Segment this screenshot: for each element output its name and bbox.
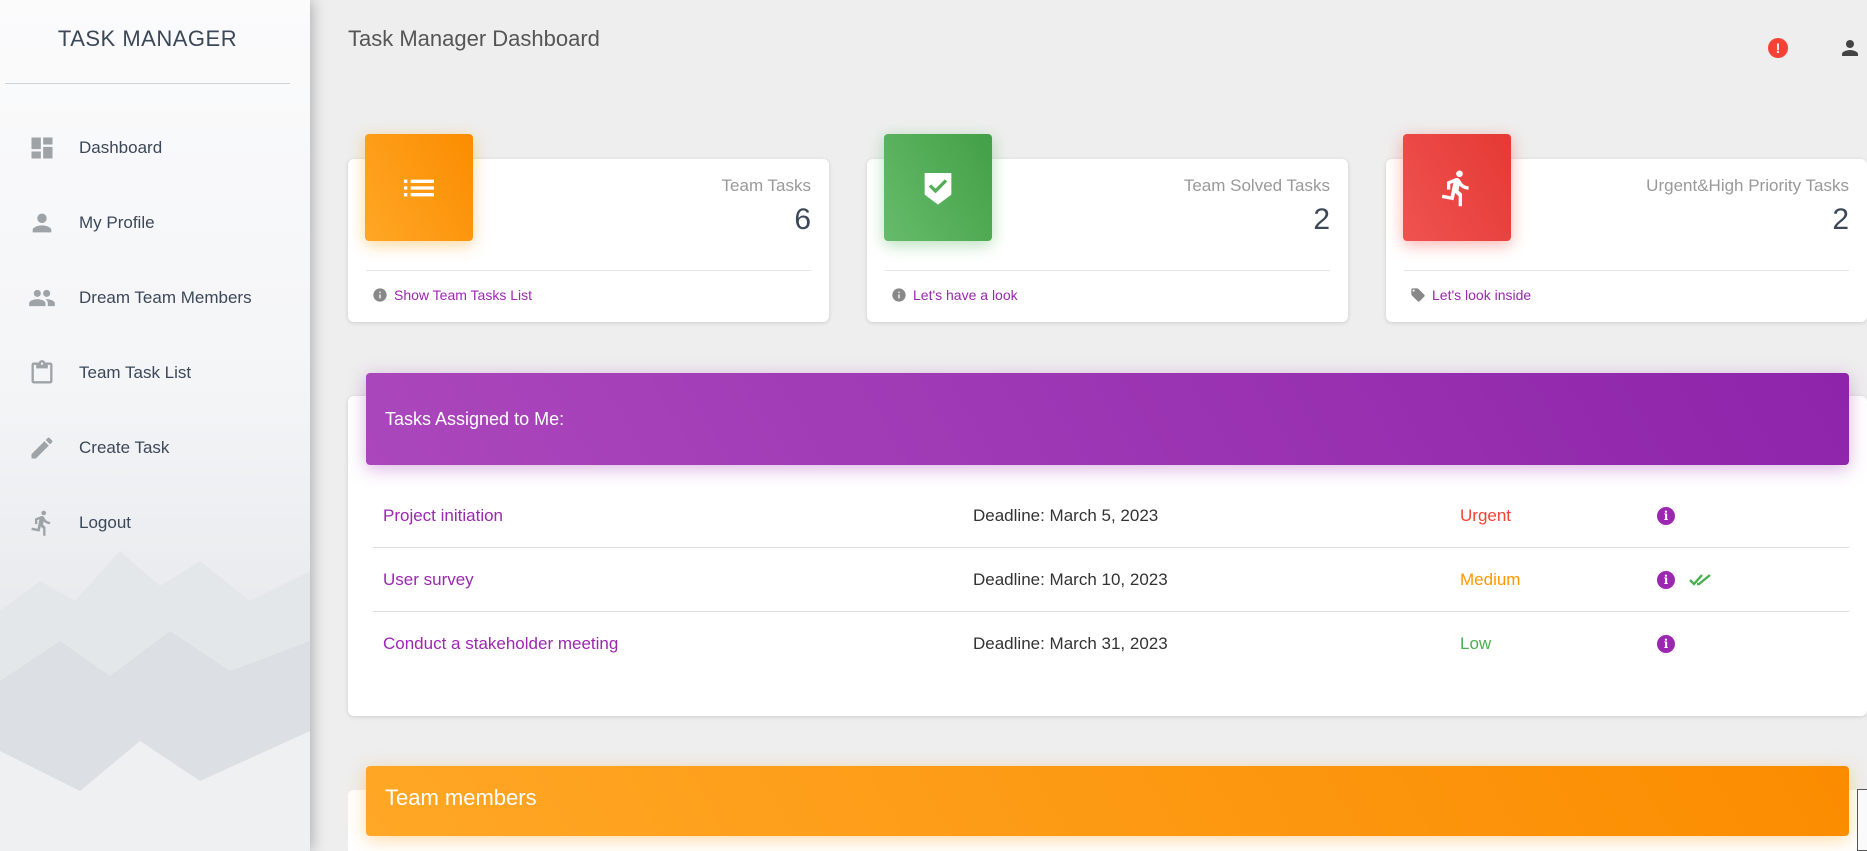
- info-icon: [891, 287, 907, 303]
- stat-card-category: Team Solved Tasks: [1183, 176, 1330, 195]
- stat-card-divider: [885, 270, 1330, 271]
- task-deadline: Deadline: March 31, 2023: [973, 634, 1168, 653]
- show-team-tasks-link[interactable]: Show Team Tasks List: [372, 287, 532, 303]
- sidebar-item-logout[interactable]: Logout: [0, 485, 310, 560]
- stat-card-category: Urgent&High Priority Tasks: [1646, 176, 1849, 195]
- stat-card-value: 6: [794, 203, 811, 236]
- run-icon: [28, 509, 56, 537]
- person-icon: [28, 209, 56, 237]
- stat-card-divider: [366, 270, 811, 271]
- group-icon: [28, 284, 56, 312]
- stat-card-value: 2: [1832, 203, 1849, 236]
- stat-card-team-solved-tasks: Team Solved Tasks 2 Let's have a look: [867, 134, 1348, 322]
- lets-look-inside-link[interactable]: Let's look inside: [1410, 287, 1531, 303]
- pencil-icon: [28, 434, 56, 462]
- tasks-assigned-header: Tasks Assigned to Me:: [366, 373, 1849, 465]
- tag-icon: [1410, 287, 1426, 303]
- task-deadline: Deadline: March 10, 2023: [973, 569, 1168, 589]
- list-icon: [365, 134, 473, 241]
- task-row: Conduct a stakeholder meeting Deadline: …: [373, 612, 1849, 676]
- clipboard-icon: [28, 359, 56, 387]
- team-members-header: Team members: [366, 766, 1849, 836]
- sidebar-item-label: Team Task List: [79, 362, 192, 382]
- info-icon[interactable]: i: [1657, 635, 1675, 653]
- brand-title[interactable]: TASK MANAGER: [5, 0, 290, 84]
- sidebar-item-dream-team-members[interactable]: Dream Team Members: [0, 260, 310, 335]
- sidebar: TASK MANAGER Dashboard My Profile Dream …: [0, 0, 310, 851]
- task-priority: Urgent: [1460, 505, 1512, 525]
- sidebar-item-my-profile[interactable]: My Profile: [0, 185, 310, 260]
- sidebar-item-create-task[interactable]: Create Task: [0, 410, 310, 485]
- double-check-icon: [1689, 572, 1713, 588]
- floating-widget-tab[interactable]: [1857, 789, 1867, 851]
- task-priority: Medium: [1460, 569, 1521, 589]
- info-icon: [372, 287, 388, 303]
- stat-card-urgent-high-priority: Urgent&High Priority Tasks 2 Let's look …: [1386, 134, 1867, 322]
- sidebar-item-team-task-list[interactable]: Team Task List: [0, 335, 310, 410]
- stat-card-footer-label: Show Team Tasks List: [394, 287, 532, 303]
- sidebar-item-label: Create Task: [79, 437, 170, 457]
- stat-card-footer-label: Let's look inside: [1432, 287, 1532, 303]
- task-priority: Low: [1460, 634, 1492, 653]
- sidebar-item-label: Logout: [79, 512, 131, 532]
- dashboard-icon: [28, 134, 56, 162]
- stat-card-team-tasks: Team Tasks 6 Show Team Tasks List: [348, 134, 829, 322]
- sidebar-nav: Dashboard My Profile Dream Team Members …: [0, 110, 310, 560]
- sidebar-item-label: Dream Team Members: [79, 287, 252, 307]
- page-title: Task Manager Dashboard: [348, 26, 600, 51]
- stat-card-value: 2: [1313, 203, 1330, 236]
- task-row: Project initiation Deadline: March 5, 20…: [373, 484, 1849, 548]
- verified-shield-icon: [884, 134, 992, 241]
- user-account-icon[interactable]: [1838, 36, 1862, 60]
- stat-card-divider: [1404, 270, 1849, 271]
- task-name-link[interactable]: Project initiation: [383, 506, 503, 526]
- sidebar-item-label: Dashboard: [79, 137, 163, 157]
- sidebar-item-dashboard[interactable]: Dashboard: [0, 110, 310, 185]
- info-icon[interactable]: i: [1657, 506, 1675, 525]
- notification-alert-icon[interactable]: !: [1768, 38, 1788, 58]
- info-icon[interactable]: i: [1657, 570, 1675, 589]
- sidebar-item-label: My Profile: [79, 212, 155, 232]
- run-icon: [1403, 134, 1511, 241]
- task-row: User survey Deadline: March 10, 2023 Med…: [373, 548, 1849, 612]
- task-name-link[interactable]: User survey: [383, 570, 474, 590]
- task-deadline: Deadline: March 5, 2023: [973, 505, 1159, 525]
- task-name-link[interactable]: Conduct a stakeholder meeting: [383, 634, 618, 654]
- stat-card-footer-label: Let's have a look: [913, 287, 1018, 303]
- lets-have-a-look-link[interactable]: Let's have a look: [891, 287, 1018, 303]
- stat-card-category: Team Tasks: [721, 176, 811, 195]
